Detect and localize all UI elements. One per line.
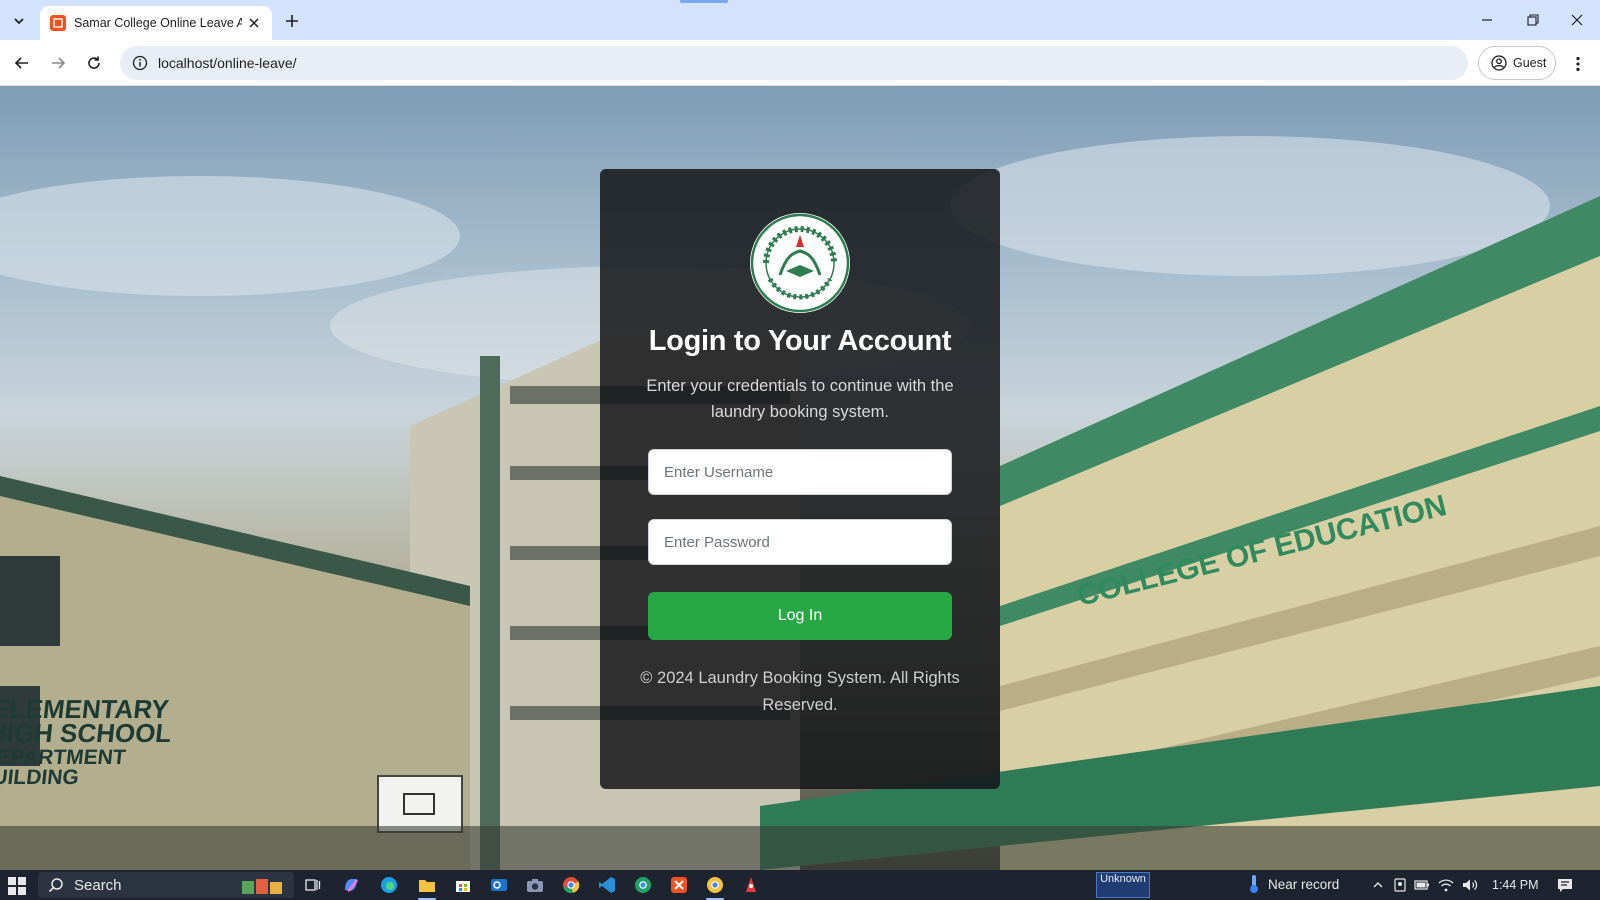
windows-logo-icon [8, 877, 26, 895]
edge-icon[interactable] [378, 874, 400, 896]
restore-icon [1527, 14, 1539, 26]
login-button[interactable]: Log In [648, 592, 952, 640]
samar-college-logo [750, 213, 850, 313]
search-icon [48, 878, 63, 893]
login-title: Login to Your Account [648, 325, 952, 357]
microsoft-store-icon[interactable] [452, 874, 474, 896]
speaker-icon[interactable] [1462, 877, 1478, 893]
address-bar[interactable]: localhost/online-leave/ [120, 46, 1468, 80]
tab-search-button[interactable] [6, 8, 32, 34]
camera-icon[interactable] [524, 874, 546, 896]
chrome-icon[interactable] [560, 874, 582, 896]
browser-menu-button[interactable] [1566, 52, 1590, 76]
task-view-icon[interactable] [302, 874, 324, 896]
gift-widget-icon [242, 879, 282, 894]
reload-icon [88, 56, 100, 69]
arrow-right-icon [52, 57, 66, 69]
page-viewport: ELEMENTARY HIGH SCHOOL DEPARTMENT BUILDI… [0, 86, 1600, 870]
file-explorer-icon[interactable] [416, 874, 438, 900]
outlook-icon[interactable] [488, 874, 510, 896]
chrome-profile-icon[interactable] [632, 874, 654, 896]
minimize-button[interactable] [1464, 6, 1510, 34]
weather-text: Near record [1268, 876, 1340, 892]
site-info-icon[interactable] [130, 53, 150, 73]
reload-button[interactable] [80, 49, 108, 77]
weather-widget[interactable]: Near record [1248, 874, 1339, 894]
thermometer-icon [1250, 875, 1258, 893]
tab-title: Samar College Online Leave Ap [74, 16, 242, 30]
meet-now-icon[interactable] [1392, 877, 1408, 893]
browser-toolbar: localhost/online-leave/ Guest [0, 40, 1600, 86]
username-input[interactable] [648, 449, 952, 495]
address-url[interactable]: localhost/online-leave/ [158, 55, 297, 71]
copyright-footer: © 2024 Laundry Booking System. All Right… [640, 669, 960, 714]
wifi-icon[interactable] [1438, 877, 1454, 893]
pdf-reader-icon[interactable] [740, 874, 762, 896]
back-button[interactable] [8, 49, 36, 77]
chevron-up-icon[interactable] [1370, 877, 1386, 893]
new-tab-button[interactable] [280, 9, 304, 33]
user-circle-icon [1491, 55, 1507, 71]
start-button[interactable] [6, 875, 28, 897]
profile-button[interactable]: Guest [1478, 46, 1556, 80]
windows-taskbar: Search Unknown Near record 1:44 PM [0, 870, 1600, 900]
taskbar-search-label: Search [74, 876, 122, 894]
profile-label: Guest [1513, 56, 1547, 70]
taskbar-clock[interactable]: 1:44 PM [1492, 878, 1539, 892]
close-icon [1571, 14, 1583, 26]
login-subtitle: Enter your credentials to continue with … [646, 377, 954, 421]
plus-icon [286, 15, 298, 27]
more-vertical-icon [1576, 56, 1580, 72]
minimize-icon [1482, 19, 1492, 21]
browser-tab-active[interactable]: Samar College Online Leave Ap [40, 6, 272, 40]
taskbar-search-box[interactable]: Search [38, 872, 294, 898]
site-favicon-icon [50, 15, 66, 31]
vscode-icon[interactable] [596, 874, 618, 896]
close-tab-icon[interactable] [246, 15, 262, 31]
sign-elementary-4: BUILDING [0, 766, 80, 789]
chrome-active-icon[interactable] [704, 874, 726, 900]
restore-button[interactable] [1510, 6, 1556, 34]
arrow-left-icon [14, 57, 28, 69]
close-window-button[interactable] [1554, 6, 1600, 34]
copilot-icon[interactable] [340, 874, 362, 896]
browser-tab-bar: Samar College Online Leave Ap [0, 0, 1600, 40]
tab-strip-indicator [680, 0, 728, 3]
login-card: Login to Your Account Enter your credent… [600, 169, 1000, 789]
battery-icon[interactable] [1414, 877, 1430, 893]
forward-button[interactable] [44, 49, 72, 77]
sign-elementary-2: HIGH SCHOOL [0, 718, 173, 748]
xampp-icon[interactable] [668, 874, 690, 896]
notification-center-icon[interactable] [1556, 876, 1574, 894]
password-input[interactable] [648, 519, 952, 565]
taskbar-notification-thumbnail[interactable]: Unknown [1096, 872, 1150, 898]
chevron-down-icon [14, 18, 24, 25]
